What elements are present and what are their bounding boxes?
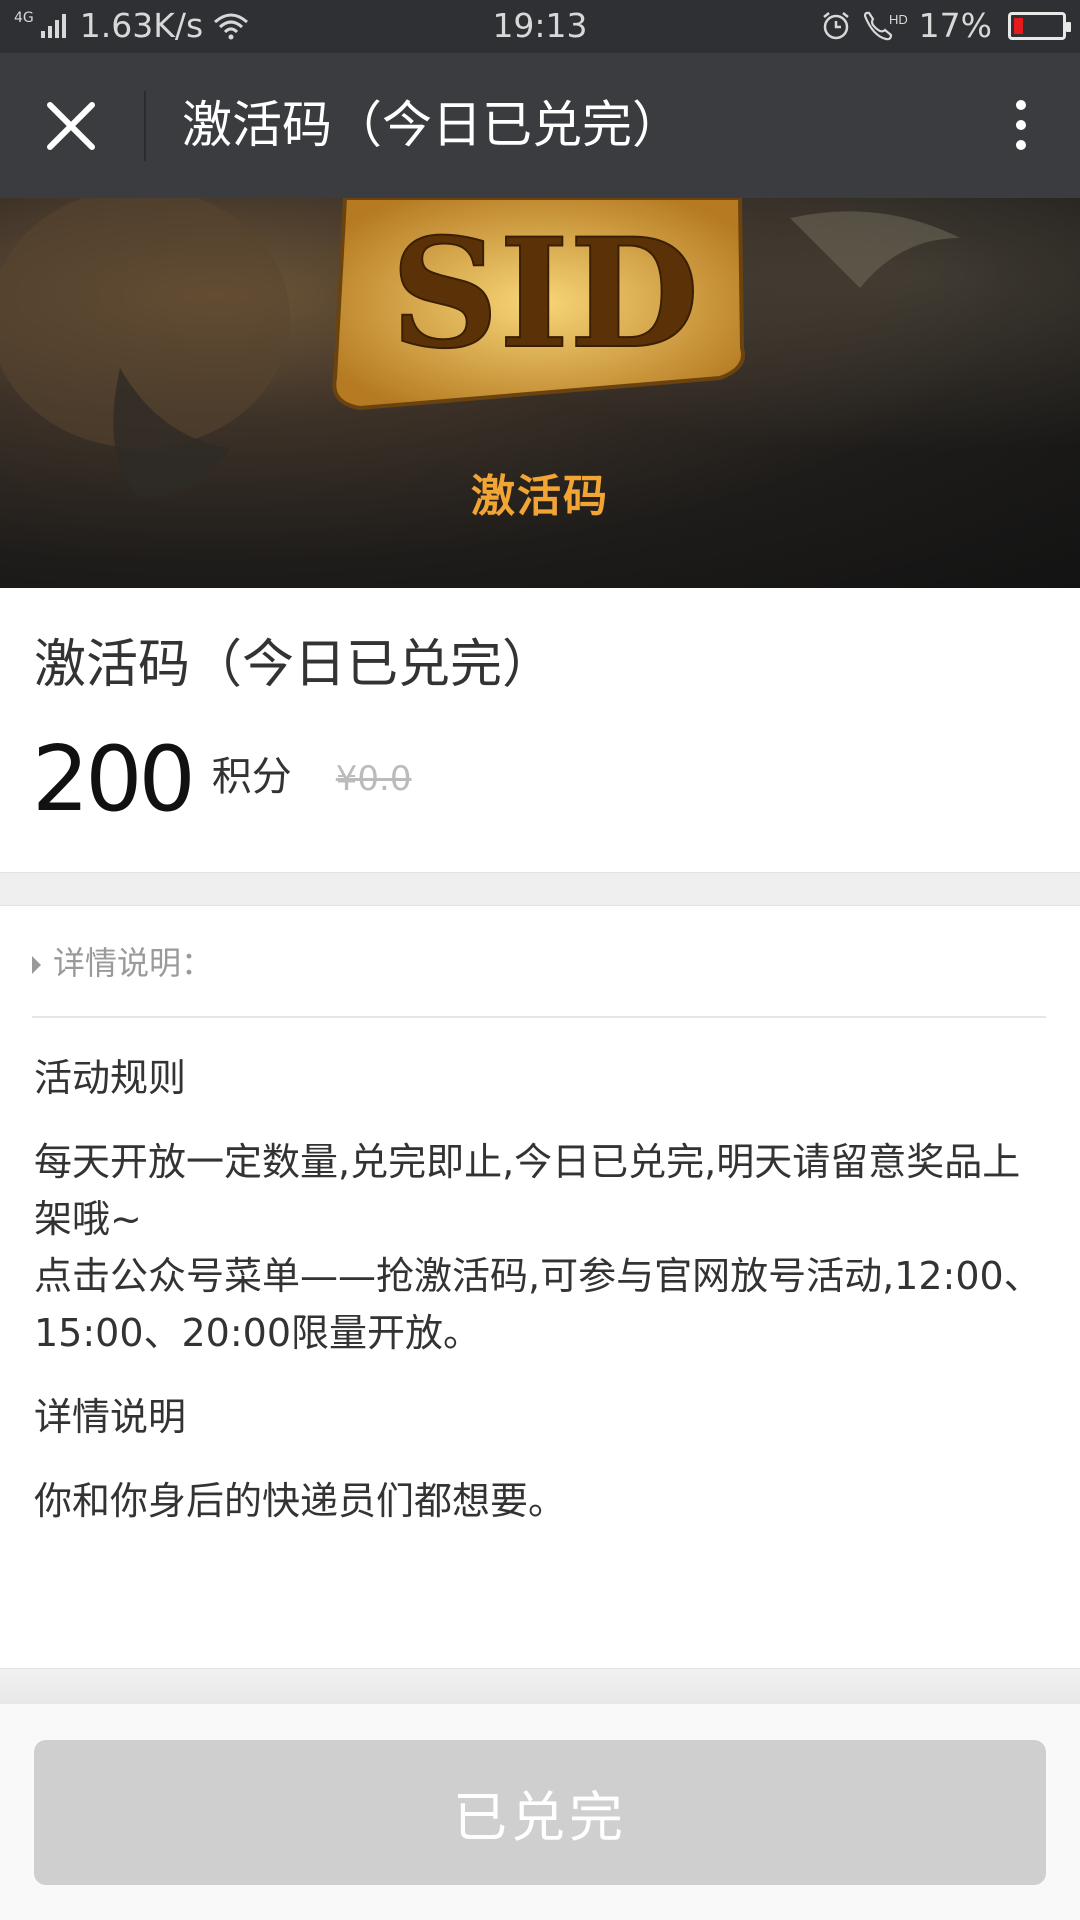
- banner-logo: SID: [391, 206, 700, 382]
- section-separator: [0, 872, 1080, 906]
- expand-triangle-icon: [32, 956, 41, 974]
- banner-caption: 激活码: [471, 471, 609, 522]
- section-separator: [0, 1668, 1080, 1704]
- original-price: ¥0.0: [335, 759, 412, 799]
- details-toggle[interactable]: 详情说明：: [32, 938, 213, 984]
- close-button[interactable]: [38, 93, 104, 159]
- more-dot-icon: [1016, 120, 1026, 130]
- points-price: 200: [32, 727, 196, 832]
- details-text: 你和你身后的快递员们都想要。: [34, 1479, 567, 1523]
- banner-art: SID: [0, 198, 960, 498]
- page-title: 激活码（今日已兑完）: [182, 96, 682, 154]
- battery-percent: 17%: [918, 6, 992, 45]
- nav-divider: [144, 91, 146, 161]
- details-content: 活动规则 每天开放一定数量,兑完即止,今日已兑完,明天请留意奖品上架哦~ 点击公…: [34, 1050, 1046, 1530]
- more-dot-icon: [1016, 100, 1026, 110]
- close-icon: [47, 102, 95, 150]
- more-dot-icon: [1016, 140, 1026, 150]
- rule-text: 每天开放一定数量,兑完即止,今日已兑完,明天请留意奖品上架哦~: [34, 1140, 1021, 1241]
- rules-heading: 活动规则: [34, 1056, 187, 1100]
- status-bar: 4G 1.63K/s 19:13 HD 17%: [0, 0, 1080, 53]
- product-title: 激活码（今日已兑完）: [34, 635, 555, 695]
- more-menu-button[interactable]: [1006, 93, 1036, 159]
- points-unit: 积分: [211, 754, 292, 800]
- nav-bar: 激活码（今日已兑完）: [0, 53, 1080, 198]
- svg-text:HD: HD: [889, 12, 908, 27]
- battery-level: [1014, 17, 1023, 34]
- details-label: 详情说明：: [53, 944, 214, 982]
- divider: [32, 1016, 1046, 1018]
- rule-text: 点击公众号菜单——抢激活码,可参与官网放号活动,12:00、15:00、20:0…: [34, 1254, 1042, 1355]
- status-right: HD 17%: [821, 6, 1071, 45]
- alarm-icon: [822, 11, 849, 39]
- battery-icon: [1008, 11, 1071, 40]
- price-row: 200 积分 ¥0.0: [32, 730, 412, 830]
- redeem-button[interactable]: 已兑完: [34, 1740, 1046, 1885]
- product-banner: SID 激活码: [0, 198, 1080, 588]
- details-heading: 详情说明: [34, 1395, 187, 1439]
- phone-hd-icon: HD: [863, 11, 908, 40]
